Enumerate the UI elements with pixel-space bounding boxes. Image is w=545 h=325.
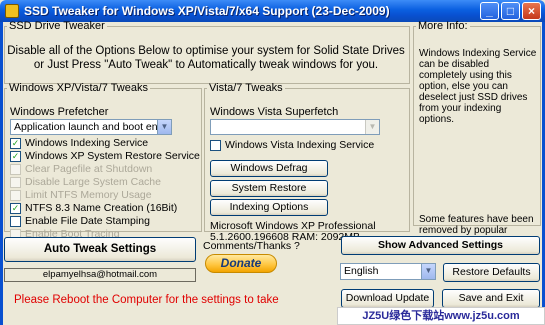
windows-defrag-button[interactable]: Windows Defrag (210, 160, 328, 177)
window-title: SSD Tweaker for Windows XP/Vista/7/x64 S… (24, 4, 390, 18)
language-value: English (344, 265, 379, 277)
maximize-button[interactable]: □ (501, 2, 520, 20)
checkbox-box: ✓ (10, 190, 21, 201)
more-info-group: More Info: Windows Indexing Service can … (413, 20, 541, 247)
chevron-down-icon: ▼ (365, 120, 379, 134)
checkbox-box: ✓ (10, 138, 21, 149)
save-exit-button[interactable]: Save and Exit (442, 289, 540, 308)
drive-tweaker-description: Disable all of the Options Below to opti… (7, 45, 405, 71)
xp-tweaks-legend: Windows XP/Vista/7 Tweaks (9, 82, 148, 94)
indexing-options-button[interactable]: Indexing Options (210, 199, 328, 216)
more-info-legend: More Info: (418, 20, 468, 32)
window-frame-left (0, 22, 3, 325)
xp-tweaks-group: Windows XP/Vista/7 Tweaks Windows Prefet… (4, 82, 202, 240)
email-field: elpamyelhsa@hotmail.com (4, 268, 196, 282)
vista-tweaks-legend: Vista/7 Tweaks (209, 82, 283, 94)
system-restore-button[interactable]: System Restore (210, 180, 328, 197)
language-select[interactable]: English ▼ (340, 263, 436, 280)
close-button[interactable]: × (522, 2, 541, 20)
title-bar: SSD Tweaker for Windows XP/Vista/7/x64 S… (0, 0, 545, 22)
xp-option-label: Disable Large System Cache (25, 176, 161, 188)
xp-option-label: Enable File Date Stamping (25, 215, 150, 227)
xp-option-label: Limit NTFS Memory Usage (25, 189, 152, 201)
xp-option-label: Windows Indexing Service (25, 137, 149, 149)
minimize-button[interactable]: _ (480, 2, 499, 20)
chevron-down-icon: ▼ (421, 264, 435, 279)
prefetcher-select[interactable]: Application launch and boot enabled ▼ (10, 119, 172, 135)
checkbox-box: ✓ (10, 164, 21, 175)
donate-button[interactable]: Donate (205, 254, 277, 273)
checkbox-box: ✓ (10, 151, 21, 162)
checkbox-box: ✓ (10, 216, 21, 227)
superfetch-label: Windows Vista Superfetch (210, 106, 339, 118)
xp-option-label: Windows XP System Restore Service (25, 150, 200, 162)
superfetch-select[interactable]: ▼ (210, 119, 380, 135)
comments-label: Comments/Thanks ? (203, 240, 300, 252)
watermark-banner: JZ5U绿色下载站www.jz5u.com (337, 307, 545, 325)
prefetcher-value: Application launch and boot enabled (14, 121, 172, 133)
vista-indexing-label: Windows Vista Indexing Service (225, 139, 375, 151)
xp-option-label: Clear Pagefile at Shutdown (25, 163, 153, 175)
app-icon (5, 4, 19, 18)
drive-tweaker-legend: SSD Drive Tweaker (9, 20, 105, 32)
chevron-down-icon: ▼ (157, 120, 171, 134)
xp-option-label: NTFS 8.3 Name Creation (16Bit) (25, 202, 178, 214)
show-advanced-button[interactable]: Show Advanced Settings (341, 236, 540, 255)
reboot-message: Please Reboot the Computer for the setti… (14, 294, 279, 306)
checkbox-box: ✓ (210, 140, 221, 151)
prefetcher-label: Windows Prefetcher (10, 106, 109, 118)
checkbox-box: ✓ (10, 177, 21, 188)
more-info-text: Windows Indexing Service can be disabled… (419, 48, 537, 125)
drive-tweaker-group: SSD Drive Tweaker Disable all of the Opt… (4, 20, 410, 84)
checkbox-box: ✓ (10, 203, 21, 214)
auto-tweak-button[interactable]: Auto Tweak Settings (4, 237, 196, 262)
download-update-button[interactable]: Download Update (341, 289, 434, 308)
restore-defaults-button[interactable]: Restore Defaults (443, 263, 540, 282)
vista-tweaks-group: Vista/7 Tweaks Windows Vista Superfetch … (204, 82, 410, 243)
